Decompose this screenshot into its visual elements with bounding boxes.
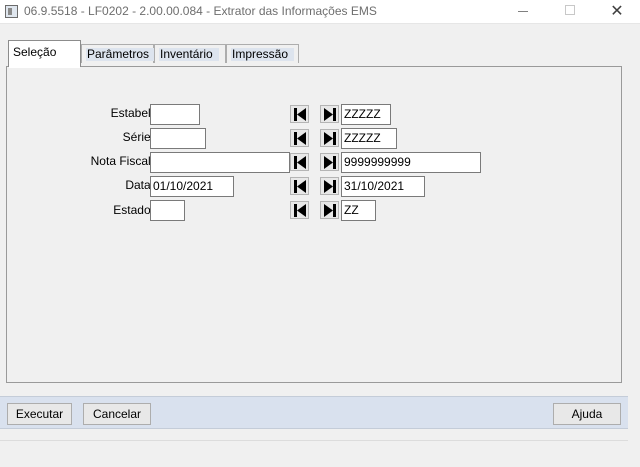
- first-record-icon: [294, 156, 306, 169]
- data-from-input[interactable]: 01/10/2021: [150, 176, 234, 197]
- first-record-icon: [294, 132, 306, 145]
- first-record-button[interactable]: [290, 153, 309, 171]
- tab-parametros[interactable]: Parâmetros: [81, 44, 156, 63]
- maximize-button[interactable]: [547, 0, 593, 24]
- first-record-icon: [294, 204, 306, 217]
- maximize-icon: [565, 5, 575, 15]
- last-record-icon: [324, 180, 336, 193]
- last-record-icon: [324, 132, 336, 145]
- first-record-icon: [294, 108, 306, 121]
- app-icon: [5, 5, 18, 18]
- close-icon: ✕: [610, 1, 624, 20]
- estado-label: Estado:: [113, 203, 154, 217]
- tab-impressao[interactable]: Impressão: [226, 44, 299, 63]
- last-record-button[interactable]: [320, 177, 339, 195]
- first-record-button[interactable]: [290, 177, 309, 195]
- tab-selecao[interactable]: Seleção: [8, 40, 81, 67]
- ajuda-button[interactable]: Ajuda: [553, 403, 621, 425]
- nota-fiscal-to-input[interactable]: 9999999999: [341, 152, 481, 173]
- estabel-label: Estabel:: [110, 106, 154, 120]
- minimize-icon: [518, 10, 528, 12]
- serie-label: Série:: [122, 130, 154, 144]
- tab-label: Seleção: [13, 45, 57, 59]
- cancelar-button[interactable]: Cancelar: [83, 403, 151, 425]
- last-record-button[interactable]: [320, 105, 339, 123]
- divider: [0, 440, 628, 441]
- first-record-icon: [294, 180, 306, 193]
- executar-button[interactable]: Executar: [7, 403, 72, 425]
- last-record-icon: [324, 156, 336, 169]
- minimize-button[interactable]: [500, 0, 546, 24]
- first-record-button[interactable]: [290, 201, 309, 219]
- data-label: Data:: [125, 178, 154, 192]
- estado-to-input[interactable]: ZZ: [341, 200, 376, 221]
- tab-inventario[interactable]: Inventário: [154, 44, 226, 63]
- nota-fiscal-from-input[interactable]: [150, 152, 290, 173]
- window-titlebar: 06.9.5518 - LF0202 - 2.00.00.084 - Extra…: [0, 0, 640, 24]
- selection-panel: Estabel: ZZZZZ Série: ZZZZZ Nota Fiscal:…: [6, 66, 622, 383]
- tab-label: Impressão: [231, 48, 295, 61]
- close-button[interactable]: ✕: [594, 0, 640, 24]
- last-record-icon: [324, 204, 336, 217]
- tab-label: Parâmetros: [86, 48, 156, 61]
- estabel-from-input[interactable]: [150, 104, 200, 125]
- last-record-icon: [324, 108, 336, 121]
- first-record-button[interactable]: [290, 105, 309, 123]
- serie-from-input[interactable]: [150, 128, 206, 149]
- nota-fiscal-label: Nota Fiscal:: [90, 154, 154, 168]
- tab-label: Inventário: [159, 48, 219, 61]
- serie-to-input[interactable]: ZZZZZ: [341, 128, 397, 149]
- data-to-input[interactable]: 31/10/2021: [341, 176, 425, 197]
- button-bar: Executar Cancelar Ajuda: [0, 396, 628, 429]
- last-record-button[interactable]: [320, 129, 339, 147]
- estabel-to-input[interactable]: ZZZZZ: [341, 104, 391, 125]
- last-record-button[interactable]: [320, 201, 339, 219]
- window-edge: [628, 24, 640, 467]
- first-record-button[interactable]: [290, 129, 309, 147]
- last-record-button[interactable]: [320, 153, 339, 171]
- window-title: 06.9.5518 - LF0202 - 2.00.00.084 - Extra…: [24, 4, 377, 18]
- estado-from-input[interactable]: [150, 200, 185, 221]
